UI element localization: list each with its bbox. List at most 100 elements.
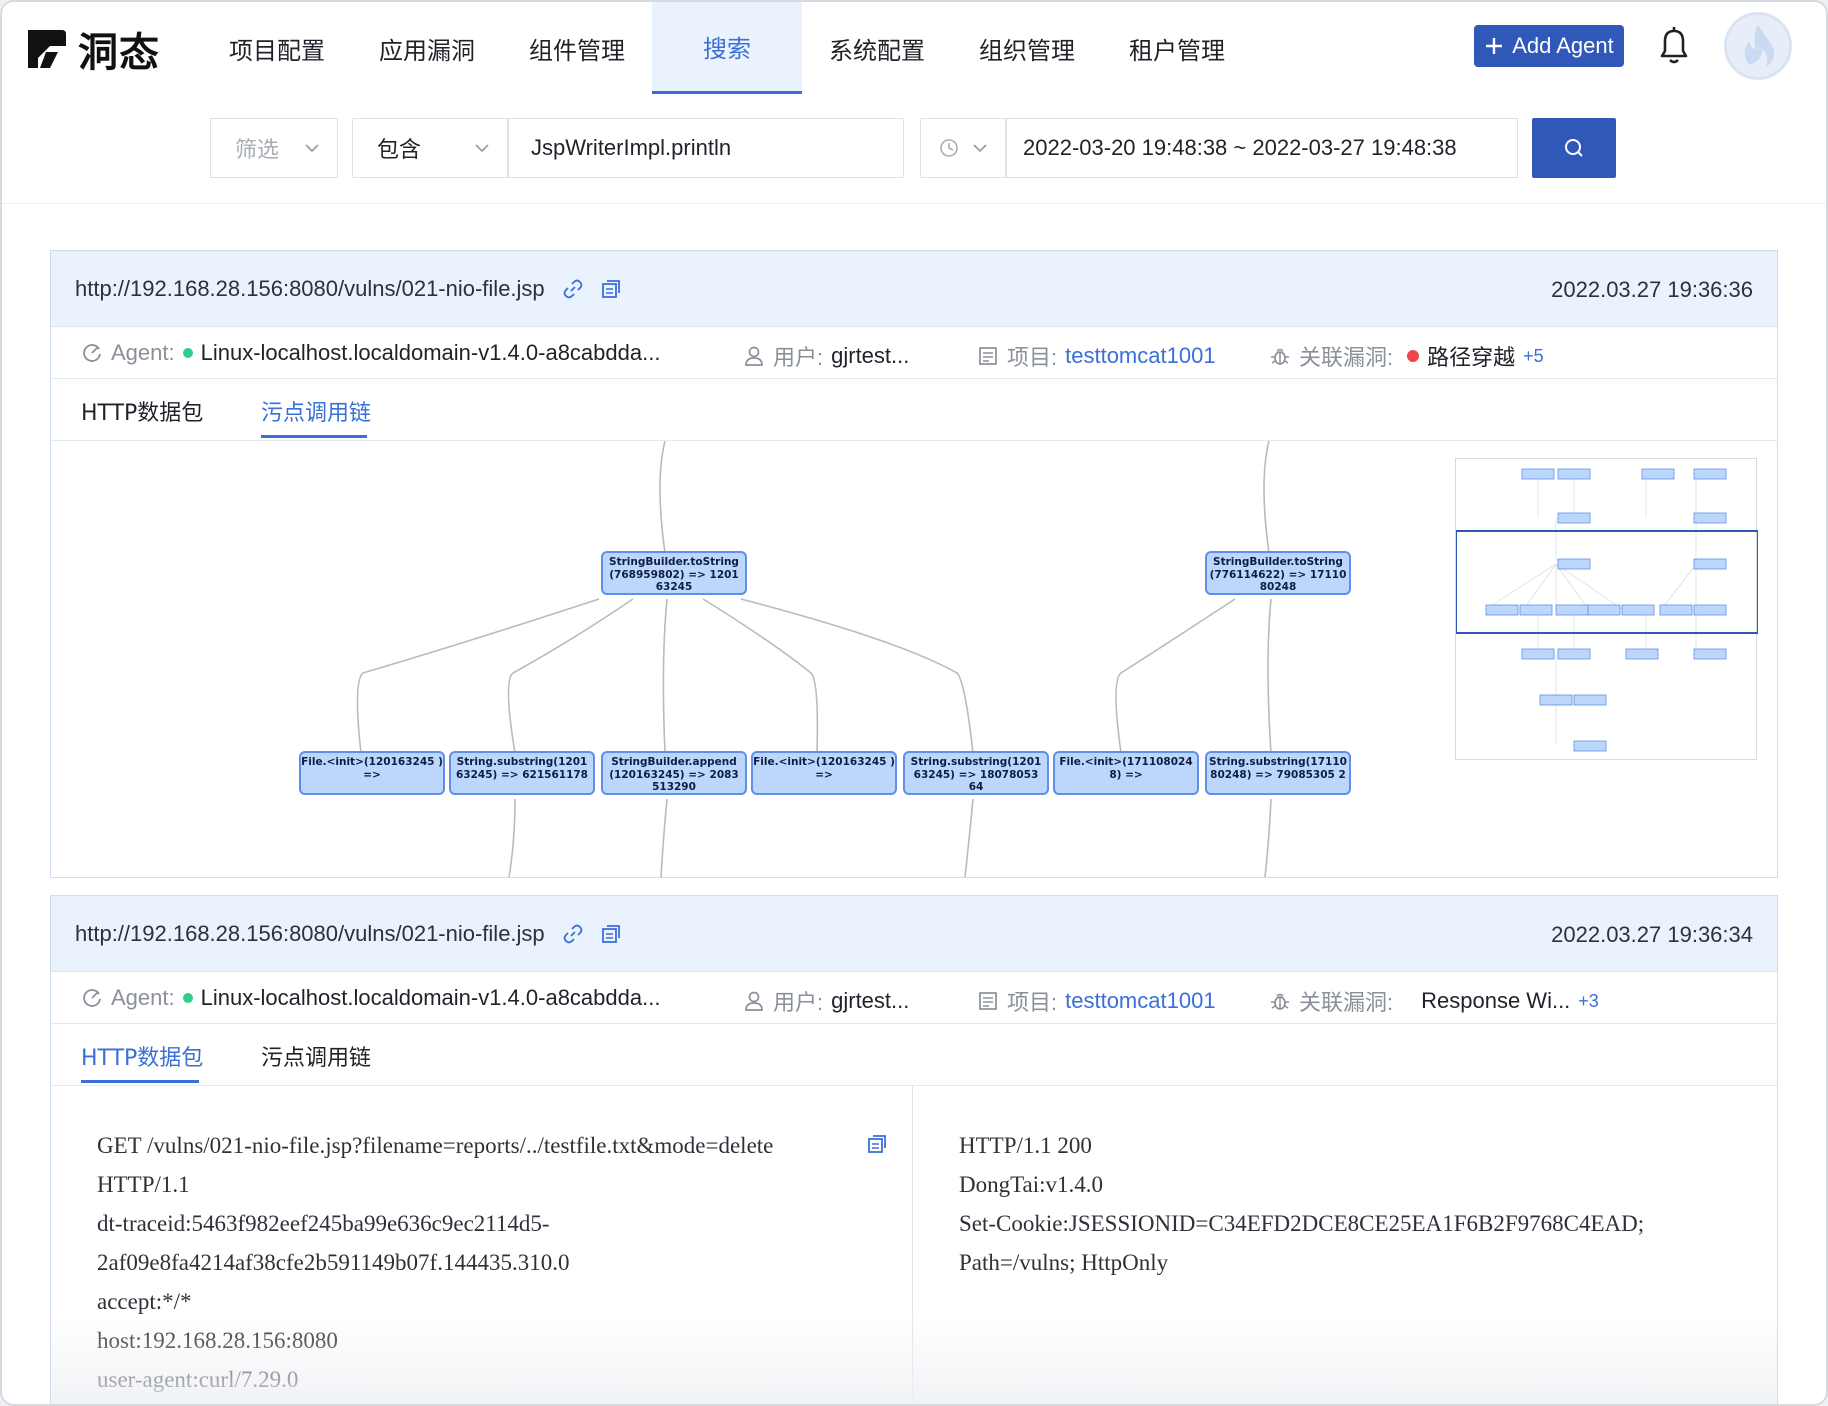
bell-icon[interactable] xyxy=(1654,24,1694,66)
bug-icon xyxy=(1271,993,1289,1010)
agent-status-dot xyxy=(182,348,193,358)
flame-avatar-icon xyxy=(1744,25,1774,67)
search-bar: 筛选 包含 JspWriterImpl.println 2022-03-20 1… xyxy=(2,94,1826,204)
vuln-name[interactable]: Response Wi... xyxy=(1421,988,1570,1014)
chevron-down-icon xyxy=(305,144,319,153)
user-info: 用户: gjrtest... xyxy=(743,340,909,372)
clock-icon xyxy=(940,139,958,157)
active-tab-indicator xyxy=(81,1080,199,1083)
nav-system-config[interactable]: 系统配置 xyxy=(802,2,952,94)
result-header: http://192.168.28.156:8080/vulns/021-nio… xyxy=(51,251,1777,327)
result-tabs: HTTP数据包 污点调用链 xyxy=(51,379,1777,441)
user-avatar[interactable] xyxy=(1724,12,1792,80)
request-line: user-agent:curl/7.29.0 xyxy=(97,1367,299,1392)
chevron-down-icon xyxy=(475,144,489,153)
date-range-input[interactable]: 2022-03-20 19:48:38 ~ 2022-03-27 19:48:3… xyxy=(1006,118,1518,178)
project-link[interactable]: testtomcat1001 xyxy=(1065,343,1215,369)
link-icon[interactable] xyxy=(563,279,583,299)
logo-text: 洞态 xyxy=(78,30,160,76)
request-line: host:192.168.28.156:8080 xyxy=(97,1328,338,1353)
http-packet-view: GET /vulns/021-nio-file.jsp?filename=rep… xyxy=(51,1086,1779,1404)
project-label: 项目: xyxy=(1007,990,1058,1015)
graph-minimap[interactable] xyxy=(1455,458,1759,760)
search-button[interactable] xyxy=(1532,118,1616,178)
project-icon xyxy=(979,992,997,1010)
result-time: 2022.03.27 19:36:34 xyxy=(1551,922,1753,947)
nav-search[interactable]: 搜索 xyxy=(652,2,802,94)
search-input[interactable]: JspWriterImpl.println xyxy=(508,118,904,178)
result-url[interactable]: http://192.168.28.156:8080/vulns/021-nio… xyxy=(75,276,545,302)
tab-http-packet[interactable]: HTTP数据包 xyxy=(81,395,203,427)
project-info: 项目: testtomcat1001 xyxy=(977,340,1216,372)
nav-component-mgmt[interactable]: 组件管理 xyxy=(502,2,652,94)
top-header: 洞态 项目配置 应用漏洞 组件管理 搜索 系统配置 组织管理 租户管理 Add … xyxy=(2,2,1826,94)
graph-node[interactable]: File.<init>(120163245 ) => xyxy=(299,751,445,795)
nav-tenant-mgmt[interactable]: 租户管理 xyxy=(1102,2,1252,94)
graph-node[interactable]: String.substring(1201 63245) => 62156117… xyxy=(449,751,595,795)
app-window: 洞态 项目配置 应用漏洞 组件管理 搜索 系统配置 组织管理 租户管理 Add … xyxy=(0,0,1828,1406)
result-card: http://192.168.28.156:8080/vulns/021-nio… xyxy=(50,250,1778,878)
user-icon xyxy=(745,991,763,1011)
vuln-label: 关联漏洞: xyxy=(1299,990,1394,1015)
agent-info: Agent: Linux-localhost.localdomain-v1.4.… xyxy=(81,985,660,1011)
tab-taint-chain[interactable]: 污点调用链 xyxy=(261,1040,371,1072)
graph-node[interactable]: StringBuilder.toString (768959802) => 12… xyxy=(601,551,747,595)
operator-value: 包含 xyxy=(377,137,422,162)
user-label: 用户: xyxy=(773,345,824,370)
copy-icon[interactable] xyxy=(601,279,621,299)
tab-http-packet[interactable]: HTTP数据包 xyxy=(81,1040,203,1072)
project-link[interactable]: testtomcat1001 xyxy=(1065,988,1215,1014)
active-tab-indicator xyxy=(261,435,367,438)
http-response: HTTP/1.1 200 DongTai:v1.4.0 Set-Cookie:J… xyxy=(913,1086,1779,1404)
filter-placeholder: 筛选 xyxy=(235,137,280,162)
nav-org-mgmt[interactable]: 组织管理 xyxy=(952,2,1102,94)
vuln-label: 关联漏洞: xyxy=(1299,345,1394,370)
result-url[interactable]: http://192.168.28.156:8080/vulns/021-nio… xyxy=(75,921,545,947)
filter-select[interactable]: 筛选 xyxy=(210,118,338,178)
graph-node[interactable]: StringBuilder.append (120163245) => 2083… xyxy=(601,751,747,795)
graph-node[interactable]: StringBuilder.toString (776114622) => 17… xyxy=(1205,551,1351,595)
response-line: Path=/vulns; HttpOnly xyxy=(959,1250,1169,1275)
agent-name: Linux-localhost.localdomain-v1.4.0-a8cab… xyxy=(200,340,661,365)
operator-select[interactable]: 包含 xyxy=(352,118,508,178)
result-header: http://192.168.28.156:8080/vulns/021-nio… xyxy=(51,896,1777,972)
copy-icon[interactable] xyxy=(601,924,621,944)
vuln-more-count[interactable]: +3 xyxy=(1578,991,1599,1012)
main-nav: 项目配置 应用漏洞 组件管理 搜索 系统配置 组织管理 租户管理 xyxy=(202,2,1252,94)
copy-request-icon[interactable] xyxy=(867,1134,887,1154)
nav-project-config[interactable]: 项目配置 xyxy=(202,2,352,94)
time-range-select[interactable] xyxy=(920,118,1006,178)
graph-node[interactable]: String.substring(17110 80248) => 7908530… xyxy=(1205,751,1351,795)
project-info: 项目: testtomcat1001 xyxy=(977,985,1216,1017)
graph-node[interactable]: String.substring(1201 63245) => 18078053… xyxy=(903,751,1049,795)
request-line: HTTP/1.1 xyxy=(97,1172,190,1197)
user-name: gjrtest... xyxy=(831,988,910,1013)
vuln-info: 关联漏洞: Response Wi... +3 xyxy=(1269,985,1599,1017)
graph-node[interactable]: File.<init>(120163245 ) => xyxy=(751,751,897,795)
project-label: 项目: xyxy=(1007,345,1058,370)
request-line: 2af09e8fa4214af38cfe2b591149b07f.144435.… xyxy=(97,1250,570,1275)
result-tabs: HTTP数据包 污点调用链 xyxy=(51,1024,1777,1086)
vuln-name[interactable]: 路径穿越 xyxy=(1427,340,1515,372)
logo[interactable]: 洞态 xyxy=(24,20,160,78)
taint-call-graph[interactable]: StringBuilder.toString (768959802) => 12… xyxy=(51,441,1777,877)
link-icon[interactable] xyxy=(563,924,583,944)
response-line: Set-Cookie:JSESSIONID=C34EFD2DCE8CE25EA1… xyxy=(959,1211,1645,1236)
tab-taint-chain[interactable]: 污点调用链 xyxy=(261,395,371,427)
result-time: 2022.03.27 19:36:36 xyxy=(1551,277,1753,302)
vuln-more-count[interactable]: +5 xyxy=(1523,346,1544,367)
result-card: http://192.168.28.156:8080/vulns/021-nio… xyxy=(50,895,1779,1404)
vuln-info: 关联漏洞: 路径穿越 +5 xyxy=(1269,340,1544,372)
nav-app-vulns[interactable]: 应用漏洞 xyxy=(352,2,502,94)
user-label: 用户: xyxy=(773,990,824,1015)
add-agent-button[interactable]: Add Agent xyxy=(1474,25,1624,67)
request-line: GET /vulns/021-nio-file.jsp?filename=rep… xyxy=(97,1133,774,1158)
chevron-down-icon xyxy=(973,144,987,153)
response-line: DongTai:v1.4.0 xyxy=(959,1172,1104,1197)
user-icon xyxy=(745,346,763,366)
graph-node[interactable]: File.<init>(171108024 8) => xyxy=(1053,751,1199,795)
minimap-canvas xyxy=(1455,468,1759,752)
search-icon xyxy=(1565,139,1583,157)
user-name: gjrtest... xyxy=(831,343,910,368)
agent-status-dot xyxy=(182,993,193,1003)
